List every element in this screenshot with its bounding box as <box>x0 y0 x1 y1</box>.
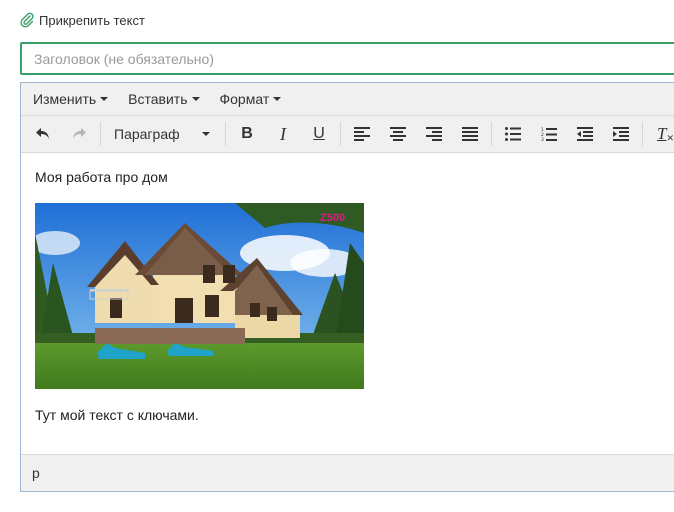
title-input[interactable] <box>20 42 674 75</box>
align-center-icon <box>390 127 406 141</box>
align-justify-button[interactable] <box>452 119 488 149</box>
toolbar-separator <box>491 122 492 146</box>
underline-icon: U <box>313 125 325 142</box>
content-paragraph: Моя работа про дом <box>35 169 168 185</box>
numbered-list-button[interactable]: 123 <box>531 119 567 149</box>
italic-button[interactable]: I <box>265 119 301 149</box>
attach-text-link[interactable]: Прикрепить текст <box>20 12 145 28</box>
underline-button[interactable]: U <box>301 119 337 149</box>
toolbar-separator <box>340 122 341 146</box>
menu-format-label: Формат <box>219 91 270 107</box>
undo-button[interactable] <box>25 119 61 149</box>
editor-content-area[interactable]: Моя работа про дом Z500 Тут мой текст с … <box>21 155 674 455</box>
editor-toolbar: Параграф B I U 123 T ✕ <box>21 116 674 153</box>
menu-edit-label: Изменить <box>33 91 97 107</box>
italic-icon: I <box>280 123 286 144</box>
menu-insert-label: Вставить <box>128 91 188 107</box>
align-left-button[interactable] <box>344 119 380 149</box>
menu-insert[interactable]: Вставить <box>118 83 209 115</box>
indent-icon <box>613 127 629 141</box>
rich-text-editor: Изменить Вставить Формат Параграф B I U … <box>20 82 674 492</box>
indent-button[interactable] <box>603 119 639 149</box>
image-logo: Z500 <box>320 212 345 224</box>
toolbar-separator <box>225 122 226 146</box>
align-right-button[interactable] <box>416 119 452 149</box>
toolbar-separator <box>642 122 643 146</box>
editor-statusbar: p <box>21 454 674 491</box>
block-format-select[interactable]: Параграф <box>104 119 222 149</box>
redo-icon <box>73 128 86 139</box>
attach-text-label: Прикрепить текст <box>39 12 145 28</box>
bold-icon: B <box>241 125 253 142</box>
caret-down-icon <box>273 97 282 101</box>
content-paragraph: Тут мой текст с ключами. <box>35 407 199 423</box>
svg-text:3: 3 <box>541 137 544 142</box>
house-image[interactable]: Z500 <box>35 203 364 389</box>
menu-format[interactable]: Формат <box>210 83 292 115</box>
toolbar-separator <box>100 122 101 146</box>
outdent-icon <box>577 127 593 141</box>
clear-format-button[interactable]: T ✕ <box>646 119 674 149</box>
menu-edit[interactable]: Изменить <box>23 83 118 115</box>
caret-down-icon <box>202 132 210 136</box>
align-left-icon <box>354 127 370 141</box>
block-format-value: Параграф <box>114 126 180 142</box>
caret-down-icon <box>191 97 200 101</box>
bullet-list-icon <box>505 127 521 141</box>
clear-format-glyph: T <box>657 124 667 143</box>
align-right-icon <box>426 127 442 141</box>
element-path[interactable]: p <box>32 465 40 481</box>
editor-menubar: Изменить Вставить Формат <box>21 83 674 116</box>
outdent-button[interactable] <box>567 119 603 149</box>
caret-down-icon <box>100 97 109 101</box>
clear-format-icon: T ✕ <box>657 124 674 143</box>
paperclip-icon <box>20 12 34 28</box>
bold-button[interactable]: B <box>229 119 265 149</box>
undo-icon <box>36 128 49 139</box>
align-justify-icon <box>462 127 478 141</box>
align-center-button[interactable] <box>380 119 416 149</box>
bullet-list-button[interactable] <box>495 119 531 149</box>
numbered-list-icon: 123 <box>541 127 557 142</box>
redo-button[interactable] <box>61 119 97 149</box>
